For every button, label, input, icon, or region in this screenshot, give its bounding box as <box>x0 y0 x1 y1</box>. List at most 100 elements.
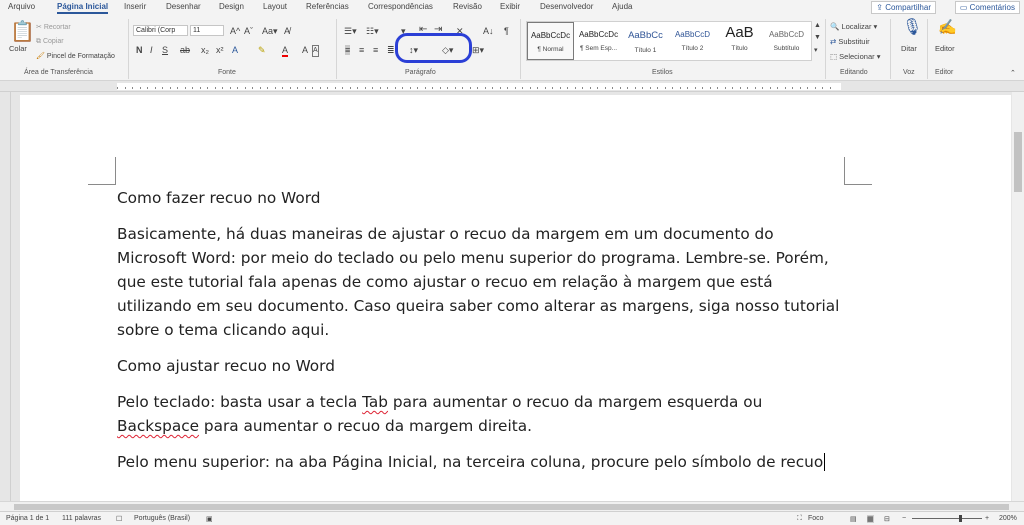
accessibility-icon[interactable]: ▣ <box>206 515 213 523</box>
style-no-spacing[interactable]: AaBbCcDc ¶ Sem Esp... <box>575 22 622 60</box>
clear-format-icon[interactable]: A̸ <box>284 26 290 36</box>
ruler-tick <box>747 87 748 89</box>
editor-icon[interactable]: ✍ <box>938 20 957 35</box>
style-title[interactable]: AaB Título <box>716 22 763 60</box>
bold-icon[interactable]: N <box>136 45 143 55</box>
font-color-icon[interactable]: A <box>282 45 289 57</box>
find-button[interactable]: 🔍 Localizar ▾ <box>830 22 877 32</box>
focus-mode[interactable]: Foco <box>808 515 824 522</box>
tab-arquivo[interactable]: Arquivo <box>8 2 35 11</box>
underline-icon[interactable]: S <box>162 45 168 55</box>
zoom-slider-thumb[interactable] <box>959 515 962 522</box>
proofing-icon[interactable]: ☐ <box>116 515 122 523</box>
replace-button[interactable]: ⇄ Substituir <box>830 37 870 47</box>
change-case-icon[interactable]: Aa▾ <box>262 26 278 36</box>
print-layout-icon[interactable]: ▦ <box>867 515 874 523</box>
misspelled-word[interactable]: Backspace <box>117 417 199 435</box>
superscript-icon[interactable]: x² <box>216 45 224 55</box>
tab-exibir[interactable]: Exibir <box>500 2 520 11</box>
ruler-tick <box>679 87 681 89</box>
strikethrough-icon[interactable]: ab <box>180 45 190 55</box>
tab-inserir[interactable]: Inserir <box>124 2 146 11</box>
paste-button[interactable]: Colar <box>9 44 27 54</box>
zoom-slider[interactable] <box>912 518 982 519</box>
ruler-tick <box>169 87 171 89</box>
ruler-tick <box>732 87 733 89</box>
web-layout-icon[interactable]: ⊟ <box>884 515 890 523</box>
ruler-tick <box>342 87 343 89</box>
horizontal-scrollbar[interactable] <box>0 501 1024 511</box>
justify-icon[interactable]: ≣ <box>387 45 395 55</box>
focus-icon[interactable]: ⛶ <box>797 515 802 523</box>
document-body[interactable]: Como fazer recuo no Word Basicamente, há… <box>117 186 847 486</box>
copy-button[interactable]: ⧉ Copiar <box>36 37 64 47</box>
show-marks-icon[interactable]: ¶ <box>504 26 509 36</box>
style-normal[interactable]: AaBbCcDc ¶ Normal <box>527 22 574 60</box>
style-heading-1[interactable]: AaBbCc Título 1 <box>622 22 669 60</box>
tab-pagina-inicial[interactable]: Página Inicial <box>57 2 109 14</box>
ruler-tick <box>822 87 823 89</box>
align-center-icon[interactable]: ≡ <box>359 45 364 55</box>
align-left-icon[interactable]: ≡ <box>345 45 351 55</box>
share-button[interactable]: ⇪ Compartilhar <box>871 1 936 14</box>
misspelled-word[interactable]: Tab <box>362 393 388 411</box>
align-right-icon[interactable]: ≡ <box>373 45 378 55</box>
zoom-in-icon[interactable]: + <box>985 515 989 522</box>
style-heading-2[interactable]: AaBbCcD Título 2 <box>669 22 716 60</box>
styles-scroll-up-icon[interactable]: ▲ <box>814 21 821 31</box>
comments-button[interactable]: ▭ Comentários <box>954 1 1020 14</box>
font-name-select[interactable]: Calibri (Corp <box>133 25 188 36</box>
tab-revisao[interactable]: Revisão <box>453 2 482 11</box>
char-shading-icon[interactable]: A <box>302 45 308 55</box>
document-page[interactable]: Como fazer recuo no Word Basicamente, há… <box>20 95 1011 501</box>
tab-layout[interactable]: Layout <box>263 2 287 11</box>
italic-icon[interactable]: I <box>150 45 153 55</box>
font-size-select[interactable]: 11 <box>190 25 224 36</box>
numbering-icon[interactable]: ☷▾ <box>366 26 379 36</box>
language-indicator[interactable]: Português (Brasil) <box>134 515 190 522</box>
dictate-button[interactable]: Ditar <box>901 44 917 54</box>
bullets-icon[interactable]: ☰▾ <box>344 26 357 36</box>
collapse-ribbon-icon[interactable]: ⌃ <box>1010 69 1016 79</box>
styles-scroll-down-icon[interactable]: ▼ <box>814 33 821 43</box>
styles-more-icon[interactable]: ▾ <box>814 46 818 56</box>
font-group-label: Fonte <box>218 69 236 76</box>
scroll-thumb[interactable] <box>1014 132 1022 192</box>
grow-font-icon[interactable]: A^ <box>230 26 240 36</box>
ruler-tick <box>454 87 456 89</box>
tab-desenhar[interactable]: Desenhar <box>166 2 201 11</box>
word-count[interactable]: 111 palavras <box>62 515 101 522</box>
editor-button[interactable]: Editor <box>935 44 955 54</box>
style-subtitle[interactable]: AaBbCcD Subtítulo <box>763 22 810 60</box>
ruler-tick <box>244 87 246 89</box>
sort-icon[interactable]: A↓ <box>483 26 494 36</box>
tab-design[interactable]: Design <box>219 2 244 11</box>
vertical-scrollbar[interactable] <box>1012 92 1024 501</box>
text-run: para aumentar o recuo da margem esquerda… <box>388 393 763 411</box>
zoom-out-icon[interactable]: − <box>902 515 906 522</box>
zoom-level[interactable]: 200% <box>999 515 1017 522</box>
tab-correspondencias[interactable]: Correspondências <box>368 2 433 11</box>
highlight-icon[interactable]: ✎ <box>258 45 266 55</box>
style-name: ¶ Normal <box>537 46 564 53</box>
tab-desenvolvedor[interactable]: Desenvolvedor <box>540 2 593 11</box>
text-effects-icon[interactable]: A <box>232 45 238 55</box>
tab-referencias[interactable]: Referências <box>306 2 349 11</box>
cut-button[interactable]: ✂ Recortar <box>36 23 71 33</box>
separator <box>336 19 337 79</box>
separator <box>927 19 928 79</box>
borders-icon[interactable]: ⊞▾ <box>472 45 484 55</box>
char-border-icon[interactable]: A <box>312 45 319 57</box>
microphone-icon[interactable]: 🎙 <box>902 20 922 36</box>
paste-icon[interactable]: 📋 <box>10 21 35 43</box>
subscript-icon[interactable]: x₂ <box>201 45 209 55</box>
select-button[interactable]: ⬚ Selecionar ▾ <box>830 52 880 62</box>
tab-ajuda[interactable]: Ajuda <box>612 2 632 11</box>
format-painter-button[interactable]: 🖌 Pincel de Formatação <box>36 52 115 62</box>
hscroll-thumb[interactable] <box>14 504 1009 510</box>
ruler-tick <box>514 87 516 89</box>
page-count[interactable]: Página 1 de 1 <box>6 515 49 522</box>
copy-icon: ⧉ <box>36 38 43 45</box>
shrink-font-icon[interactable]: Aˇ <box>244 26 253 36</box>
read-mode-icon[interactable]: ▤ <box>850 515 857 523</box>
